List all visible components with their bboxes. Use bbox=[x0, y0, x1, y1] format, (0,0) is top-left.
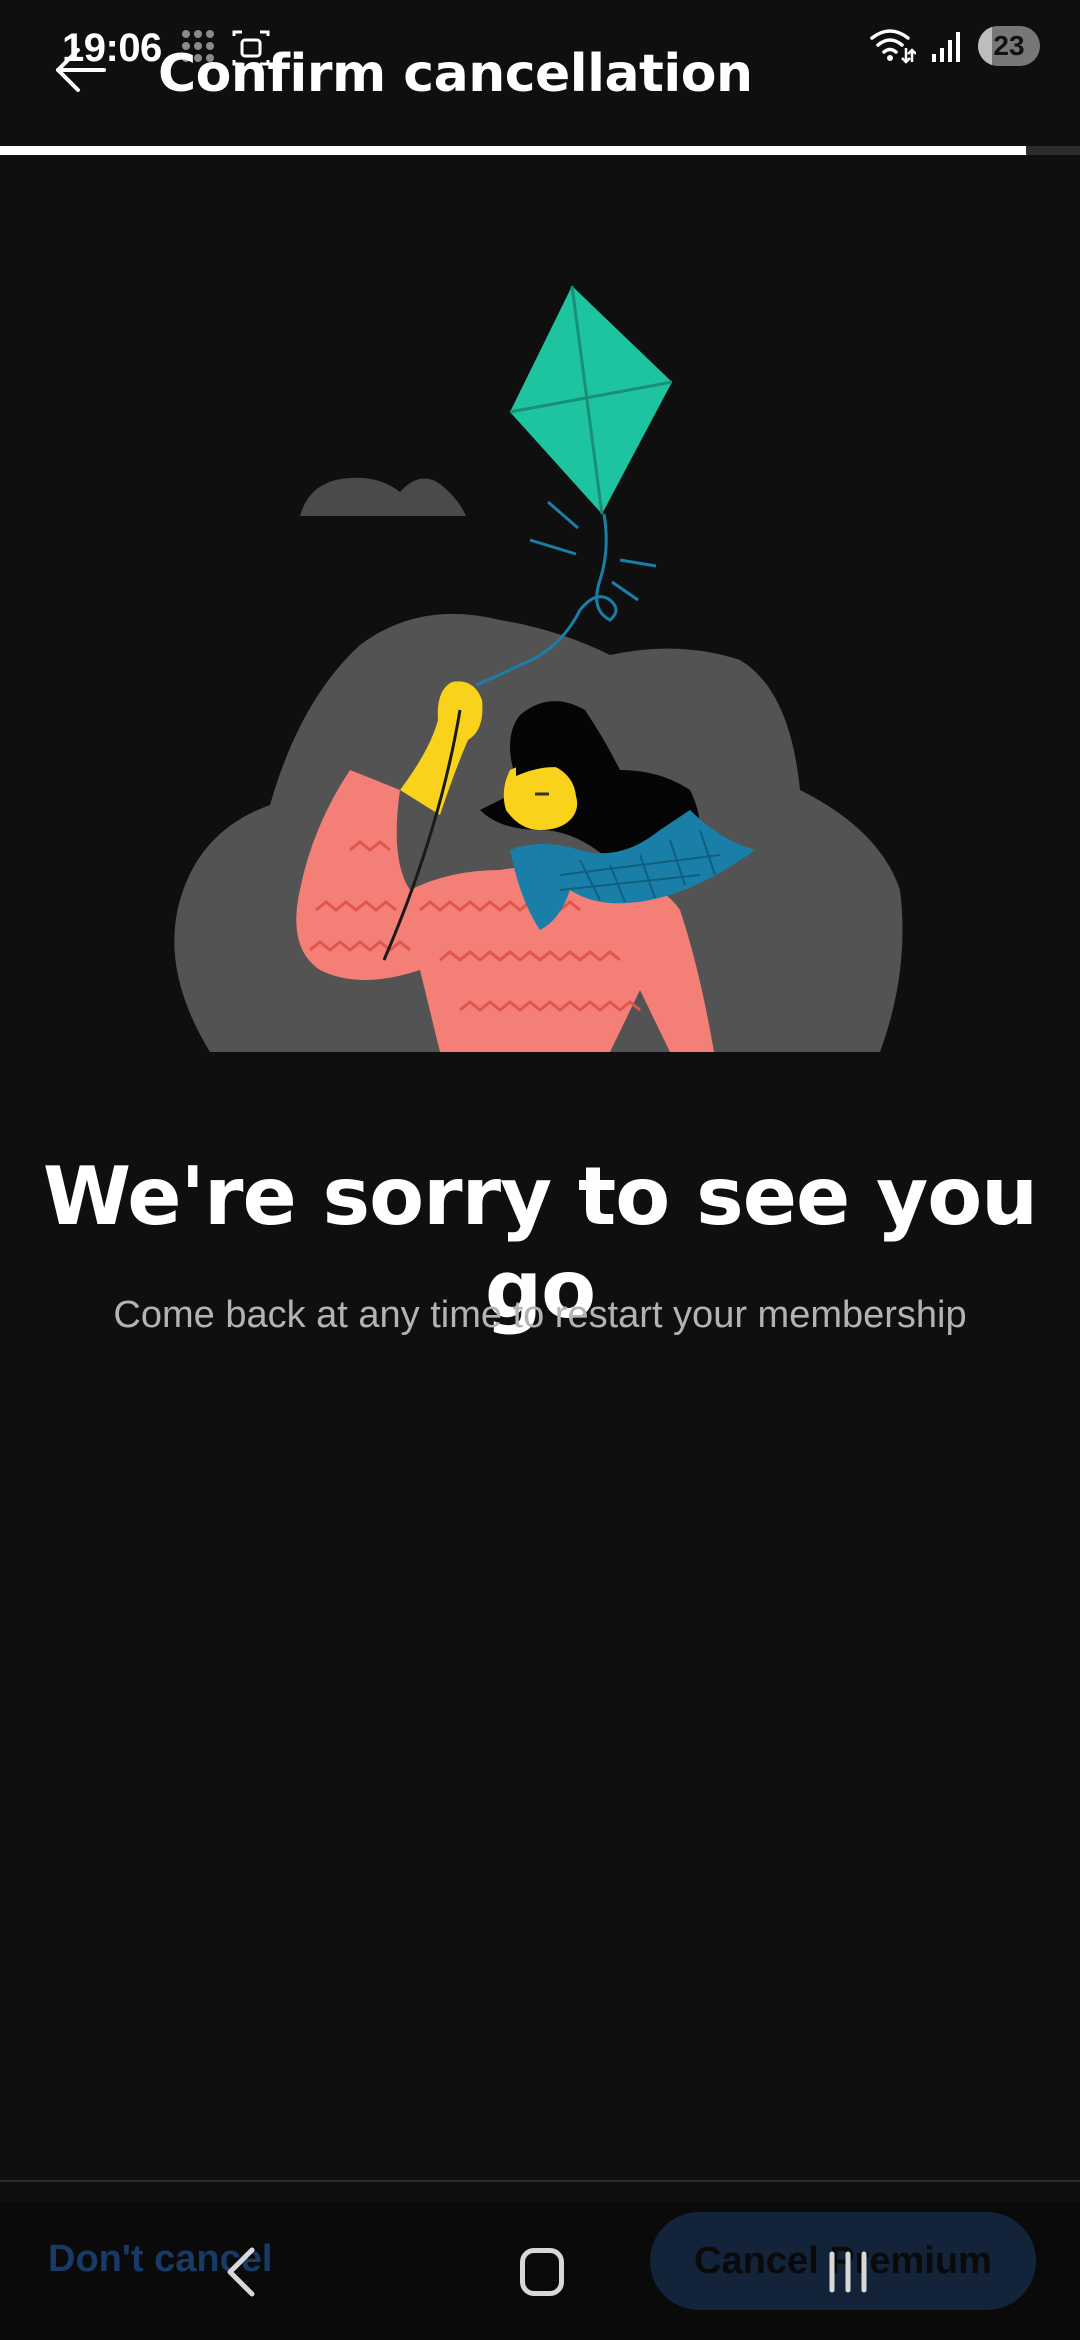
progress-bar bbox=[0, 146, 1080, 155]
screen: 19:06 23 Confirm cancellation We're sorr… bbox=[0, 0, 1080, 2340]
subtext: Come back at any time to restart your me… bbox=[113, 1294, 967, 1336]
small-cloud bbox=[300, 477, 466, 516]
nav-back-icon[interactable] bbox=[220, 2244, 260, 2300]
back-button[interactable] bbox=[50, 40, 110, 100]
woman-flying-kite-illustration bbox=[174, 285, 903, 1052]
bottom-divider bbox=[0, 2180, 1080, 2182]
battery-level-text: 23 bbox=[993, 30, 1025, 61]
progress-fill bbox=[0, 146, 1026, 155]
signal-icon bbox=[932, 32, 960, 62]
status-right-icons: 23 bbox=[868, 26, 1040, 66]
page-title: Confirm cancellation bbox=[158, 44, 753, 104]
arrow-left-icon bbox=[56, 48, 106, 92]
wifi-icon bbox=[870, 29, 916, 64]
battery-indicator: 23 bbox=[978, 26, 1040, 66]
nav-recents-icon[interactable] bbox=[826, 2250, 870, 2294]
nav-home-icon[interactable] bbox=[520, 2248, 564, 2296]
